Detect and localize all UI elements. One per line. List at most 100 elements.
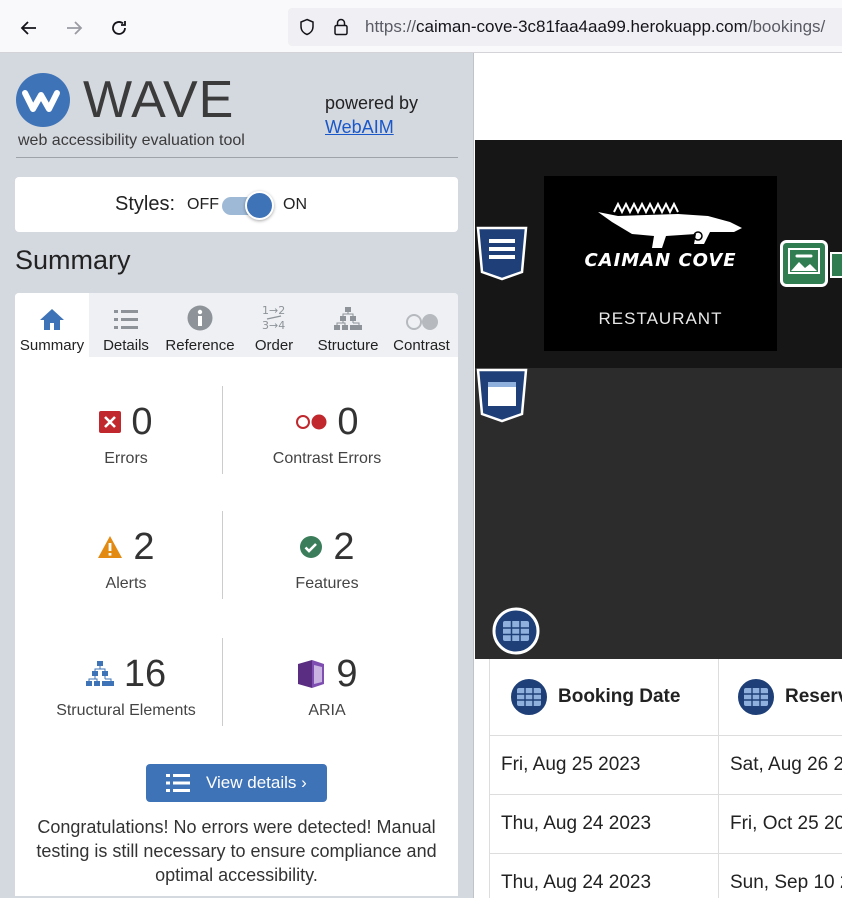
table-cell: Thu, Aug 24 2023 [490, 854, 718, 898]
structural-count: 16 [123, 652, 167, 695]
stat-aria[interactable]: 9 ARIA [222, 652, 432, 720]
bookings-table: Booking Date Reservation Fri, Aug 25 202… [489, 659, 842, 898]
tab-structure[interactable]: Structure [311, 293, 385, 357]
tab-summary[interactable]: Summary [15, 293, 89, 357]
linked-image-badge-icon[interactable] [780, 240, 830, 288]
url-host: caiman-cove-3c81faa4aa99.herokuapp.com [416, 17, 748, 36]
url-scheme: https:// [365, 17, 417, 36]
alert-icon [98, 536, 123, 558]
reload-button[interactable] [103, 12, 135, 44]
styles-label: Styles: [115, 193, 176, 215]
structural-label: Structural Elements [56, 702, 196, 719]
stat-contrast-errors[interactable]: 0 Contrast Errors [222, 400, 432, 468]
styles-off-label: OFF [187, 196, 219, 213]
svg-text:1→2: 1→2 [262, 304, 285, 317]
list-icon [114, 310, 138, 329]
table-cell: Fri, Oct 25 2023 [719, 795, 842, 854]
tab-label: Summary [19, 337, 85, 354]
tab-label: Details [103, 337, 149, 354]
contrast-icon [405, 314, 438, 330]
url-text[interactable]: https://caiman-cove-3c81faa4aa99.herokua… [365, 17, 825, 37]
table-header-booking-date: Booking Date [490, 659, 718, 736]
tab-label: Structure [317, 337, 379, 354]
wave-logo-icon [16, 73, 70, 127]
back-button[interactable] [13, 12, 45, 44]
styles-on-label: ON [283, 196, 307, 213]
aria-label: ARIA [308, 702, 346, 719]
logo-subtitle: RESTAURANT [598, 309, 723, 328]
feature-check-icon [300, 536, 323, 558]
table-header-badge-icon[interactable] [735, 676, 777, 718]
aria-icon [298, 660, 325, 688]
table-header-reservation: Reservation [719, 659, 842, 736]
summary-card: Summary Details Reference 1→2 3→4 Order S… [15, 293, 458, 896]
svg-text:3→4: 3→4 [262, 319, 285, 331]
css-structure-badge-icon[interactable] [475, 225, 529, 281]
structure-icon [334, 307, 362, 330]
tab-reference[interactable]: Reference [163, 293, 237, 357]
list-icon [166, 774, 190, 792]
aria-count: 9 [336, 652, 358, 695]
wave-panel: WAVE web accessibility evaluation tool p… [0, 53, 474, 898]
header-label: Booking Date [558, 686, 681, 707]
features-label: Features [295, 575, 359, 592]
reload-icon [112, 21, 126, 35]
crocodile-icon [578, 201, 742, 248]
powered-by-text: powered by [325, 93, 419, 113]
region-badge-icon[interactable] [475, 367, 529, 423]
table-cell: Fri, Aug 25 2023 [490, 736, 718, 795]
contrast-errors-label: Contrast Errors [272, 450, 382, 467]
webaim-link[interactable]: WebAIM [325, 117, 394, 137]
stat-errors[interactable]: 0 Errors [21, 400, 231, 468]
wave-title: WAVE [83, 71, 235, 129]
tab-contrast[interactable]: Contrast [385, 293, 458, 357]
features-count: 2 [333, 525, 355, 568]
alerts-count: 2 [133, 525, 155, 568]
structure-icon [85, 661, 114, 686]
feature-badge-icon[interactable] [830, 252, 842, 278]
home-icon [40, 309, 64, 330]
powered-by: powered by WebAIM [325, 91, 418, 139]
stat-structural[interactable]: 16 Structural Elements [21, 652, 231, 720]
tab-label: Order [254, 337, 294, 354]
order-icon: 1→23→4 [262, 304, 285, 331]
shield-icon[interactable] [298, 18, 316, 36]
address-bar[interactable]: https://caiman-cove-3c81faa4aa99.herokua… [288, 8, 842, 46]
site-top-area [475, 53, 842, 140]
url-path: /bookings/ [747, 17, 826, 36]
table-cell: Sun, Sep 10 2023 [719, 854, 842, 898]
table-cell: Thu, Aug 24 2023 [490, 795, 718, 854]
errors-label: Errors [104, 450, 148, 467]
alerts-label: Alerts [105, 575, 147, 592]
error-icon [99, 411, 122, 433]
contrast-errors-count: 0 [337, 400, 359, 443]
view-details-label: View details › [206, 773, 307, 792]
stat-alerts[interactable]: 2 Alerts [21, 525, 231, 593]
browser-toolbar: https://caiman-cove-3c81faa4aa99.herokua… [0, 0, 842, 53]
stat-features[interactable]: 2 Features [222, 525, 432, 593]
styles-toggle-box: Styles: OFF ON [15, 177, 458, 232]
styles-toggle-knob[interactable] [245, 191, 274, 220]
contrast-error-icon [296, 414, 327, 430]
logo-name: CAIMAN COVE [584, 250, 737, 271]
divider [16, 157, 458, 158]
back-arrow-icon [20, 21, 36, 35]
table-header-badge-icon[interactable] [508, 676, 550, 718]
tab-bar: Summary Details Reference 1→2 3→4 Order S… [15, 293, 458, 357]
table-cell: Sat, Aug 26 2023 [719, 736, 842, 795]
tab-order[interactable]: 1→2 3→4 Order [237, 293, 311, 357]
congrats-message: Congratulations! No errors were detected… [36, 817, 437, 885]
forward-button[interactable] [58, 12, 90, 44]
view-details-button[interactable]: View details › [146, 764, 327, 802]
wave-subtitle: web accessibility evaluation tool [18, 132, 245, 149]
errors-count: 0 [131, 400, 153, 443]
summary-heading: Summary [15, 245, 131, 275]
lock-icon[interactable] [332, 17, 350, 37]
tab-label: Contrast [393, 337, 450, 354]
info-icon [187, 305, 213, 331]
table-badge-icon[interactable] [492, 607, 540, 655]
header-label: Reservation [785, 686, 842, 707]
site-logo[interactable]: CAIMAN COVE RESTAURANT [544, 176, 777, 351]
tab-details[interactable]: Details [89, 293, 163, 357]
tab-label: Reference [165, 337, 235, 354]
